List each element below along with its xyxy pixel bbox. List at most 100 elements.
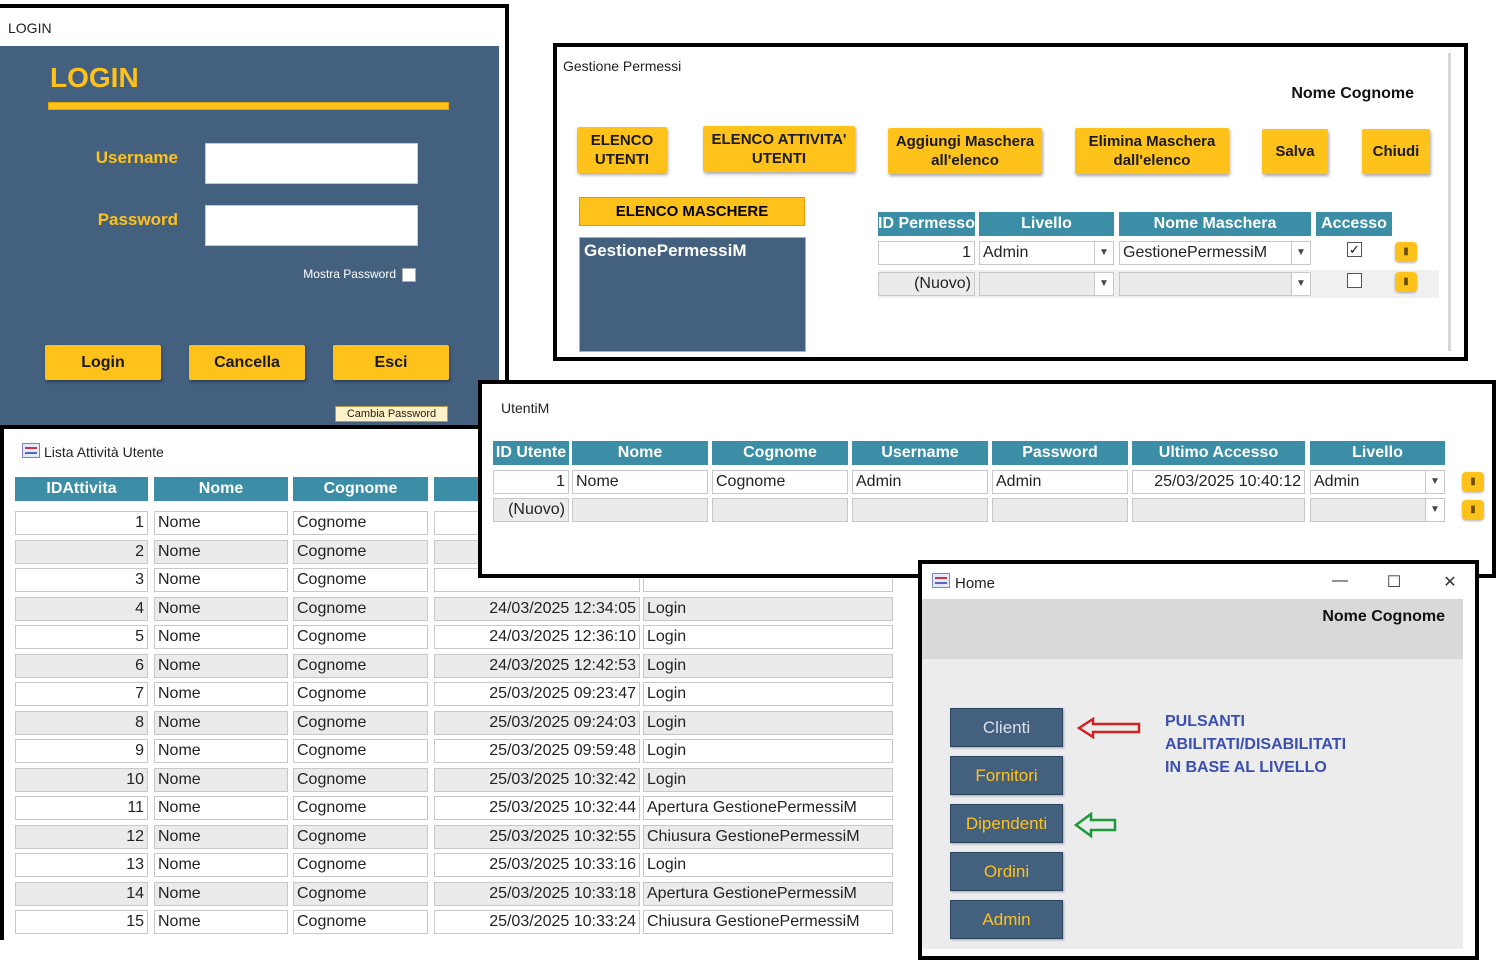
- attivita-azione-cell[interactable]: Login: [643, 682, 893, 706]
- permesso-new-livello-select[interactable]: ▼: [979, 272, 1114, 296]
- utente-new-password-cell[interactable]: [992, 498, 1128, 522]
- attivita-nome-cell[interactable]: Nome: [154, 568, 288, 592]
- attivita-nome-cell[interactable]: Nome: [154, 625, 288, 649]
- dipendenti-button[interactable]: Dipendenti: [950, 804, 1063, 843]
- chevron-down-icon[interactable]: ▼: [1425, 499, 1444, 521]
- utente-id-cell[interactable]: 1: [493, 470, 569, 494]
- attivita-nome-cell[interactable]: Nome: [154, 767, 288, 792]
- attivita-cognome-cell[interactable]: Cognome: [293, 625, 428, 649]
- attivita-id-cell[interactable]: 11: [15, 796, 148, 820]
- utente-cognome-cell[interactable]: Cognome: [712, 470, 848, 494]
- attivita-cognome-cell[interactable]: Cognome: [293, 739, 428, 763]
- attivita-nome-cell[interactable]: Nome: [154, 796, 288, 820]
- username-field[interactable]: [205, 143, 418, 184]
- accesso-checkbox[interactable]: ✓: [1347, 242, 1362, 257]
- attivita-data-cell[interactable]: 25/03/2025 10:33:24: [434, 910, 640, 934]
- salva-button[interactable]: Salva: [1262, 129, 1328, 174]
- attivita-nome-cell[interactable]: Nome: [154, 910, 288, 934]
- chevron-down-icon[interactable]: ▼: [1094, 273, 1113, 295]
- clienti-button[interactable]: Clienti: [950, 708, 1063, 747]
- permesso-id-cell[interactable]: 1: [878, 241, 975, 265]
- attivita-nome-cell[interactable]: Nome: [154, 653, 288, 678]
- utente-new-livello-select[interactable]: ▼: [1310, 498, 1445, 522]
- utente-password-cell[interactable]: Admin: [992, 470, 1128, 494]
- attivita-azione-cell[interactable]: Login: [643, 739, 893, 763]
- attivita-id-cell[interactable]: 5: [15, 625, 148, 649]
- utente-nome-cell[interactable]: Nome: [572, 470, 708, 494]
- elenco-utenti-button[interactable]: ELENCO UTENTI: [577, 127, 667, 173]
- delete-row-icon[interactable]: ▮: [1395, 242, 1417, 262]
- attivita-id-cell[interactable]: 12: [15, 824, 148, 849]
- utente-username-cell[interactable]: Admin: [852, 470, 988, 494]
- attivita-cognome-cell[interactable]: Cognome: [293, 881, 428, 906]
- attivita-data-cell[interactable]: 25/03/2025 10:32:42: [434, 767, 640, 792]
- attivita-azione-cell[interactable]: Apertura GestionePermessiM: [643, 796, 893, 820]
- exit-button[interactable]: Esci: [333, 345, 449, 380]
- attivita-nome-cell[interactable]: Nome: [154, 710, 288, 735]
- attivita-id-cell[interactable]: 9: [15, 739, 148, 763]
- cancel-button[interactable]: Cancella: [189, 345, 305, 380]
- attivita-azione-cell[interactable]: Login: [643, 625, 893, 649]
- attivita-cognome-cell[interactable]: Cognome: [293, 682, 428, 706]
- attivita-data-cell[interactable]: 25/03/2025 10:33:16: [434, 853, 640, 877]
- attivita-nome-cell[interactable]: Nome: [154, 596, 288, 621]
- attivita-cognome-cell[interactable]: Cognome: [293, 796, 428, 820]
- attivita-nome-cell[interactable]: Nome: [154, 824, 288, 849]
- aggiungi-maschera-button[interactable]: Aggiungi Maschera all'elenco: [888, 128, 1042, 174]
- attivita-cognome-cell[interactable]: Cognome: [293, 653, 428, 678]
- utente-new-cognome-cell[interactable]: [712, 498, 848, 522]
- attivita-azione-cell[interactable]: Login: [643, 710, 893, 735]
- attivita-id-cell[interactable]: 1: [15, 511, 148, 535]
- maximize-icon[interactable]: ☐: [1384, 572, 1404, 592]
- attivita-azione-cell[interactable]: Apertura GestionePermessiM: [643, 881, 893, 906]
- attivita-id-cell[interactable]: 2: [15, 539, 148, 564]
- attivita-azione-cell[interactable]: Login: [643, 653, 893, 678]
- attivita-data-cell[interactable]: 25/03/2025 09:24:03: [434, 710, 640, 735]
- attivita-data-cell[interactable]: 25/03/2025 09:59:48: [434, 739, 640, 763]
- attivita-cognome-cell[interactable]: Cognome: [293, 767, 428, 792]
- elimina-maschera-button[interactable]: Elimina Maschera dall'elenco: [1075, 128, 1229, 174]
- attivita-cognome-cell[interactable]: Cognome: [293, 824, 428, 849]
- attivita-nome-cell[interactable]: Nome: [154, 539, 288, 564]
- utente-livello-select[interactable]: Admin ▼: [1310, 470, 1445, 494]
- chevron-down-icon[interactable]: ▼: [1094, 242, 1113, 264]
- attivita-nome-cell[interactable]: Nome: [154, 881, 288, 906]
- chevron-down-icon[interactable]: ▼: [1425, 471, 1444, 493]
- attivita-id-cell[interactable]: 14: [15, 881, 148, 906]
- utente-new-id-cell[interactable]: (Nuovo): [493, 498, 569, 522]
- attivita-nome-cell[interactable]: Nome: [154, 739, 288, 763]
- utente-new-ultimo-cell[interactable]: [1132, 498, 1305, 522]
- new-accesso-checkbox[interactable]: [1347, 273, 1362, 288]
- attivita-nome-cell[interactable]: Nome: [154, 511, 288, 535]
- permesso-maschera-select[interactable]: GestionePermessiM ▼: [1119, 241, 1311, 265]
- permesso-new-maschera-select[interactable]: ▼: [1119, 272, 1311, 296]
- attivita-cognome-cell[interactable]: Cognome: [293, 511, 428, 535]
- attivita-azione-cell[interactable]: Login: [643, 853, 893, 877]
- delete-row-icon[interactable]: ▮: [1395, 272, 1417, 292]
- attivita-id-cell[interactable]: 10: [15, 767, 148, 792]
- permesso-livello-select[interactable]: Admin ▼: [979, 241, 1114, 265]
- login-button[interactable]: Login: [45, 345, 161, 380]
- close-icon[interactable]: ✕: [1440, 572, 1460, 592]
- utente-ultimo-accesso-cell[interactable]: 25/03/2025 10:40:12: [1132, 470, 1305, 494]
- attivita-data-cell[interactable]: 24/03/2025 12:42:53: [434, 653, 640, 678]
- attivita-id-cell[interactable]: 4: [15, 596, 148, 621]
- attivita-cognome-cell[interactable]: Cognome: [293, 568, 428, 592]
- attivita-cognome-cell[interactable]: Cognome: [293, 853, 428, 877]
- attivita-data-cell[interactable]: 24/03/2025 12:34:05: [434, 596, 640, 621]
- attivita-cognome-cell[interactable]: Cognome: [293, 710, 428, 735]
- password-field[interactable]: [205, 205, 418, 246]
- attivita-nome-cell[interactable]: Nome: [154, 853, 288, 877]
- attivita-data-cell[interactable]: 25/03/2025 09:23:47: [434, 682, 640, 706]
- attivita-azione-cell[interactable]: Chiusura GestionePermessiM: [643, 910, 893, 934]
- attivita-id-cell[interactable]: 8: [15, 710, 148, 735]
- chevron-down-icon[interactable]: ▼: [1291, 242, 1310, 264]
- attivita-data-cell[interactable]: 24/03/2025 12:36:10: [434, 625, 640, 649]
- utente-new-username-cell[interactable]: [852, 498, 988, 522]
- chevron-down-icon[interactable]: ▼: [1291, 273, 1310, 295]
- maschere-list[interactable]: GestionePermessiM: [579, 237, 806, 352]
- maschere-list-item[interactable]: GestionePermessiM: [584, 241, 801, 261]
- minimize-icon[interactable]: —: [1330, 572, 1350, 590]
- delete-row-icon[interactable]: ▮: [1462, 500, 1484, 520]
- chiudi-button[interactable]: Chiudi: [1362, 129, 1430, 174]
